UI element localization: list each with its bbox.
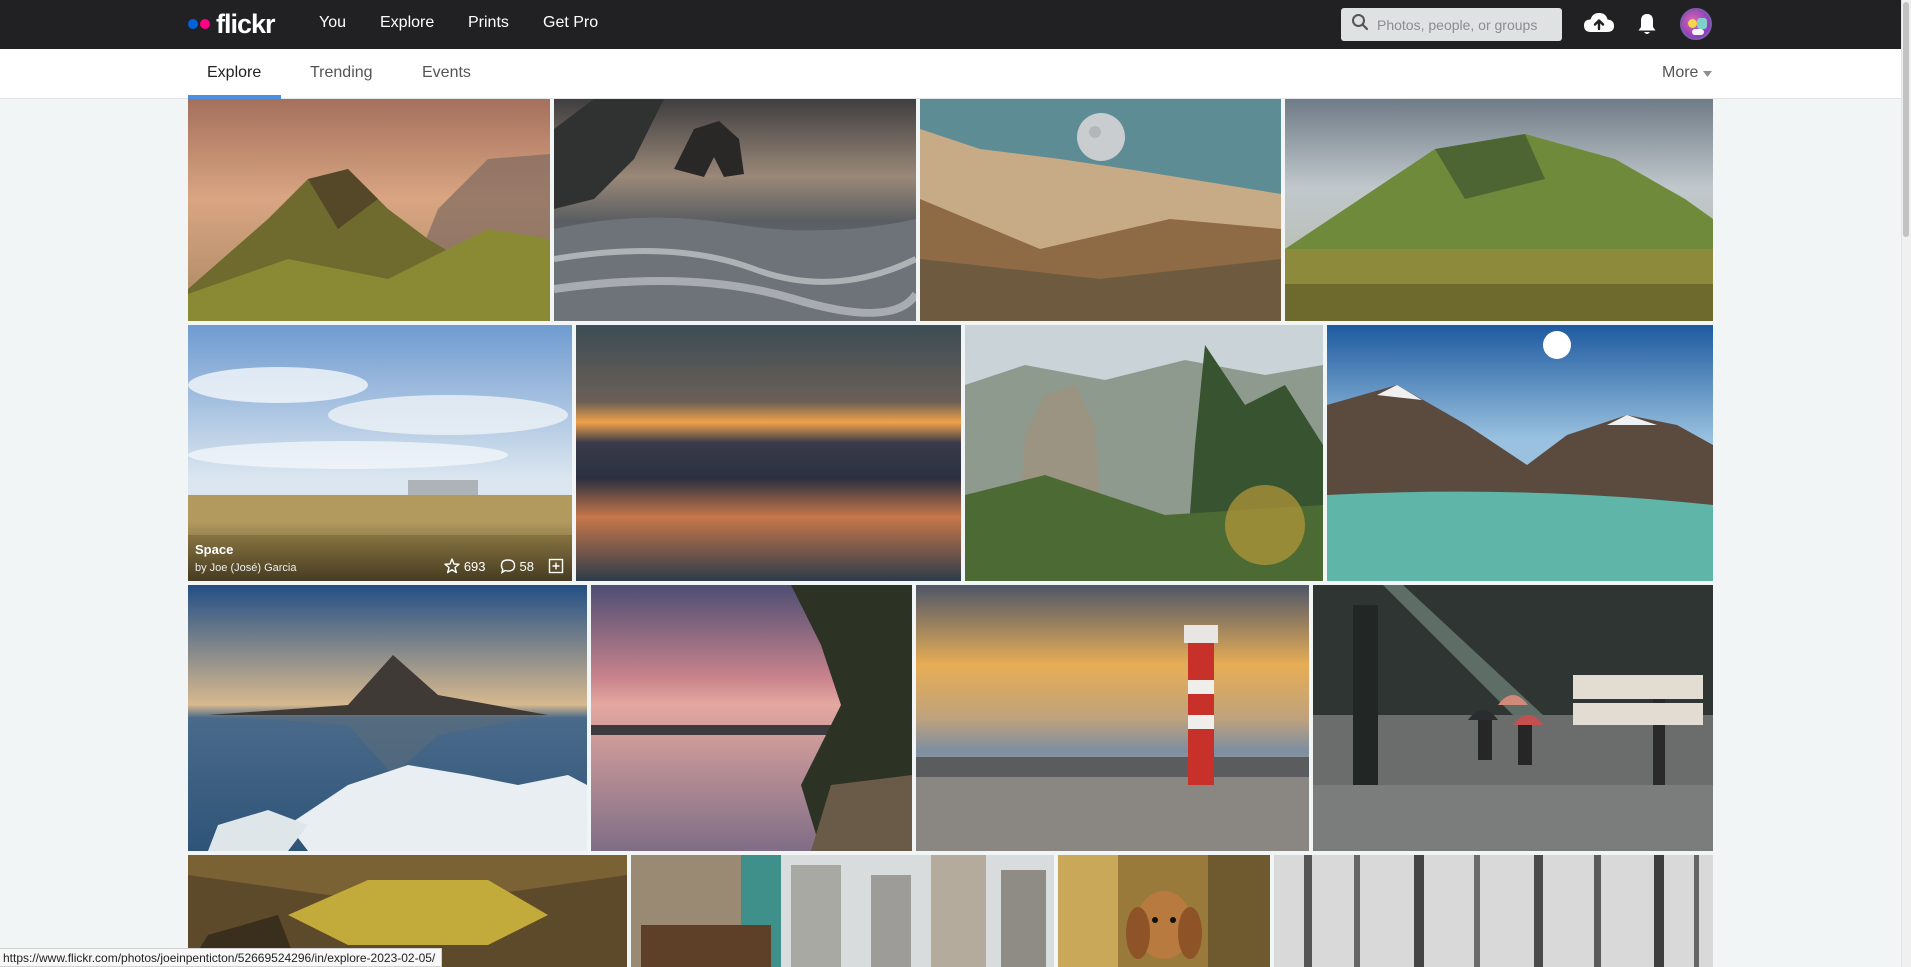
avatar[interactable] [1680,8,1712,40]
avatar-shape [1688,19,1697,28]
photo-tile-hovered[interactable]: Space by Joe (José) Garcia 693 58 [188,325,572,581]
photo-sea-stack-waves [554,99,916,321]
photo-stats: 693 58 [430,558,564,574]
nav-get-pro[interactable]: Get Pro [543,14,598,32]
photo-snowy-forest [1274,855,1713,967]
star-icon [444,558,460,574]
photo-rock-pinnacles-forest [965,325,1323,581]
logo-blue-dot [188,19,198,29]
scrollbar-thumb[interactable] [1903,2,1909,237]
notifications-bell-icon[interactable] [1636,12,1658,41]
fave-button[interactable]: 693 [440,558,486,574]
photo-lighthouse-sunset [916,585,1309,851]
photo-tile[interactable] [554,99,916,321]
more-label: More [1662,64,1699,81]
upload-cloud-icon[interactable] [1583,10,1615,43]
comment-icon [500,558,516,574]
photo-tile[interactable] [591,585,912,851]
logo-pink-dot [200,19,210,29]
nav-you[interactable]: You [319,14,346,32]
comment-count: 58 [519,558,534,574]
tab-events[interactable]: Events [422,64,471,82]
photo-tile[interactable] [576,325,961,581]
photo-tile[interactable] [916,585,1309,851]
photo-long-exposure-sunset-sea [576,325,961,581]
nav-prints[interactable]: Prints [468,14,509,32]
photo-title[interactable]: Space [195,542,233,557]
photo-tile[interactable] [1285,99,1713,321]
chevron-down-icon [1703,64,1713,82]
photo-author[interactable]: by Joe (José) Garcia [195,562,296,574]
search-input[interactable] [1377,16,1557,33]
tab-explore[interactable]: Explore [207,64,261,82]
fave-count: 693 [463,558,486,574]
photo-dachshund-portrait [1058,855,1270,967]
nav-explore[interactable]: Explore [380,14,434,32]
avatar-shape [1697,18,1707,29]
photo-mountain-ridge-sunset [188,99,550,321]
avatar-shape [1692,29,1704,35]
photo-tile[interactable] [188,585,587,851]
photo-alpine-lake-sun [1327,325,1713,581]
photo-tile[interactable] [188,99,550,321]
photo-tile[interactable] [1313,585,1713,851]
photo-green-volcano-plain [1285,99,1713,321]
photo-city-towers [631,855,1054,967]
add-to-gallery-icon [548,558,564,574]
photo-lake-pink-clouds [591,585,912,851]
tab-trending[interactable]: Trending [310,64,373,82]
comments-button[interactable]: 58 [496,558,534,574]
logo-text: flickr [216,8,276,39]
top-navigation-bar: flickr You Explore Prints Get Pro [0,0,1901,49]
add-to-gallery-button[interactable] [544,558,564,574]
photo-tile[interactable] [1274,855,1713,967]
photo-tile[interactable] [631,855,1054,967]
photo-kirkjufell-ice [188,585,587,851]
browser-status-url: https://www.flickr.com/photos/joeinpenti… [0,948,443,967]
photo-tile[interactable] [1058,855,1270,967]
photo-tile[interactable] [965,325,1323,581]
explore-subnav: Explore Trending Events More [0,49,1901,99]
photo-tile[interactable] [920,99,1281,321]
photo-tile[interactable] [1327,325,1713,581]
search-icon [1351,13,1369,36]
photo-rainy-station-umbrellas [1313,585,1713,851]
photo-moon-over-hills [920,99,1281,321]
search-box[interactable] [1341,8,1562,41]
more-menu[interactable]: More [1662,64,1713,82]
flickr-logo[interactable]: flickr [188,8,276,39]
